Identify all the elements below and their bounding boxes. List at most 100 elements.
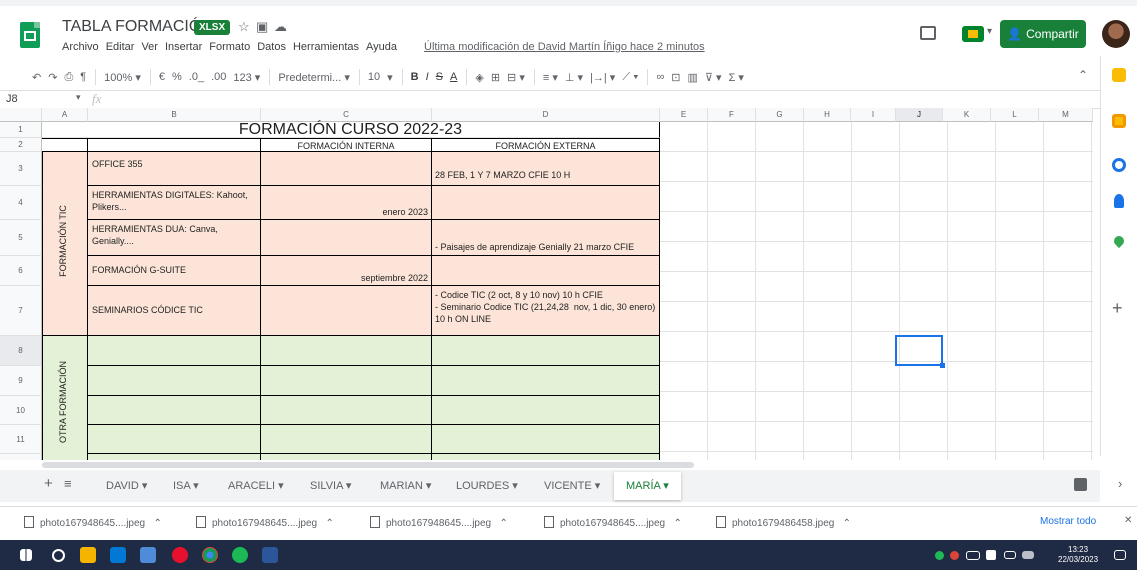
column-header-h[interactable]: H [804, 108, 851, 122]
text-color-button[interactable]: A [450, 71, 457, 83]
add-addon-icon[interactable]: + [1112, 298, 1123, 319]
cell-b8[interactable] [88, 336, 261, 366]
cell-c3[interactable] [261, 152, 432, 186]
opera-icon[interactable] [172, 547, 188, 563]
word-icon[interactable] [262, 547, 278, 563]
row-header-1[interactable]: 1 [0, 122, 42, 138]
select-all-corner[interactable] [0, 108, 42, 122]
star-icon[interactable]: ☆ [238, 19, 250, 35]
borders-icon[interactable]: ⊞ [491, 71, 500, 84]
cell-c8[interactable] [261, 336, 432, 366]
chevron-right-icon[interactable]: › [1118, 476, 1122, 491]
tab-isa[interactable]: ISA ▾ [173, 479, 199, 492]
add-sheet-icon[interactable]: + [44, 475, 53, 492]
text-rotation-icon[interactable]: ⟋ ▾ [622, 71, 638, 84]
percent-button[interactable]: % [172, 71, 182, 83]
column-header-k[interactable]: K [943, 108, 991, 122]
insert-link-icon[interactable]: ∞ [656, 71, 664, 83]
bold-button[interactable]: B [411, 71, 419, 83]
search-icon[interactable] [52, 549, 65, 562]
paint-format-icon[interactable]: ¶ [80, 71, 86, 83]
download-item[interactable]: photo167948645....jpeg ⌃ [196, 516, 334, 529]
print-icon[interactable]: ⎙ [64, 71, 73, 84]
row-header-11[interactable]: 11 [0, 425, 42, 454]
cell-b2[interactable] [88, 138, 261, 152]
text-wrap-icon[interactable]: |→| ▾ [590, 71, 615, 84]
row-header-6[interactable]: 6 [0, 256, 42, 286]
file-explorer-icon[interactable] [80, 547, 96, 563]
activity-office[interactable]: OFFICE 355 [88, 152, 261, 186]
merge-cells-icon[interactable]: ⊟ ▾ [507, 71, 525, 84]
column-header-i[interactable]: I [851, 108, 896, 122]
column-header-f[interactable]: F [708, 108, 756, 122]
internal-herramientas-digitales[interactable]: enero 2023 [261, 186, 432, 220]
menu-datos[interactable]: Datos [257, 41, 286, 53]
cell-c9[interactable] [261, 366, 432, 396]
keep-icon[interactable] [1112, 114, 1126, 128]
row-header-4[interactable]: 4 [0, 186, 42, 220]
show-all-downloads-button[interactable]: Mostrar todo [1040, 516, 1096, 527]
tab-silvia[interactable]: SILVIA ▾ [310, 479, 351, 492]
tab-david[interactable]: DAVID ▾ [106, 479, 147, 492]
font-select[interactable]: Predetermi... ▾ [278, 71, 350, 84]
column-header-a[interactable]: A [42, 108, 88, 122]
cell-b9[interactable] [88, 366, 261, 396]
chevron-down-icon[interactable]: ▾ [76, 92, 81, 103]
currency-button[interactable]: € [159, 71, 165, 83]
tasks-icon[interactable] [1112, 158, 1126, 172]
tray-network-icon[interactable] [986, 550, 996, 560]
redo-icon[interactable]: ↷ [48, 71, 57, 84]
horizontal-align-icon[interactable]: ≡ ▾ [543, 71, 558, 84]
row-header-2[interactable]: 2 [0, 138, 42, 152]
column-header-c[interactable]: C [261, 108, 432, 122]
functions-icon[interactable]: Σ ▾ [729, 71, 744, 84]
header-formacion-interna[interactable]: FORMACIÓN INTERNA [261, 138, 432, 152]
undo-icon[interactable]: ↶ [32, 71, 41, 84]
move-folder-icon[interactable]: ▣ [256, 19, 268, 35]
column-header-l[interactable]: L [991, 108, 1039, 122]
row-header-10[interactable]: 10 [0, 396, 42, 425]
cell-b11[interactable] [88, 425, 261, 454]
increase-decimals-button[interactable]: .00 [211, 71, 226, 83]
tab-maria[interactable]: MARÍA ▾ [614, 472, 681, 500]
internal-g-suite[interactable]: septiembre 2022 [261, 256, 432, 286]
cell-b12[interactable] [88, 454, 261, 460]
cell-c12[interactable] [261, 454, 432, 460]
menu-ayuda[interactable]: Ayuda [366, 41, 397, 53]
italic-button[interactable]: I [426, 71, 429, 83]
tray-battery-icon[interactable] [1004, 551, 1016, 559]
cell-d9[interactable] [432, 366, 660, 396]
download-item[interactable]: photo167948645....jpeg ⌃ [544, 516, 682, 529]
cell-d6[interactable] [432, 256, 660, 286]
last-edit-link[interactable]: Última modificación de David Martín Íñig… [424, 41, 705, 53]
row-header-3[interactable]: 3 [0, 152, 42, 186]
tray-volume-icon[interactable] [966, 551, 980, 560]
font-size-select[interactable]: 10 [368, 71, 380, 83]
name-box[interactable]: J8 [6, 93, 18, 105]
cloud-status-icon[interactable]: ☁ [274, 19, 287, 35]
row-header-8[interactable]: 8 [0, 336, 42, 366]
fill-color-icon[interactable]: ◈ [475, 71, 483, 84]
chevron-down-icon[interactable]: ▾ [387, 71, 393, 84]
download-item[interactable]: photo1679486458.jpeg ⌃ [716, 516, 851, 529]
tab-vicente[interactable]: VICENTE ▾ [544, 479, 600, 492]
chrome-icon[interactable] [202, 547, 218, 563]
activity-seminarios-codice[interactable]: SEMINARIOS CÓDICE TIC [88, 286, 261, 336]
menu-formato[interactable]: Formato [209, 41, 250, 53]
activity-herramientas-dua[interactable]: HERRAMIENTAS DUA: Canva, Genially.... [88, 220, 261, 256]
column-header-d[interactable]: D [432, 108, 660, 122]
cell-a2[interactable] [42, 138, 88, 152]
menu-insertar[interactable]: Insertar [165, 41, 202, 53]
horizontal-scrollbar[interactable] [42, 462, 694, 468]
windows-start-icon[interactable] [20, 549, 32, 561]
row-header-12[interactable] [0, 454, 42, 460]
tab-lourdes[interactable]: LOURDES ▾ [456, 479, 518, 492]
menu-ver[interactable]: Ver [141, 41, 158, 53]
group-formacion-tic[interactable]: FORMACIÓN TIC [42, 152, 88, 336]
meet-icon[interactable] [962, 26, 984, 42]
tab-marian[interactable]: MARIAN ▾ [380, 479, 431, 492]
empty-cells[interactable] [660, 122, 1093, 460]
column-header-e[interactable]: E [660, 108, 708, 122]
tab-araceli[interactable]: ARACELI ▾ [228, 479, 284, 492]
row-header-7[interactable]: 7 [0, 286, 42, 336]
